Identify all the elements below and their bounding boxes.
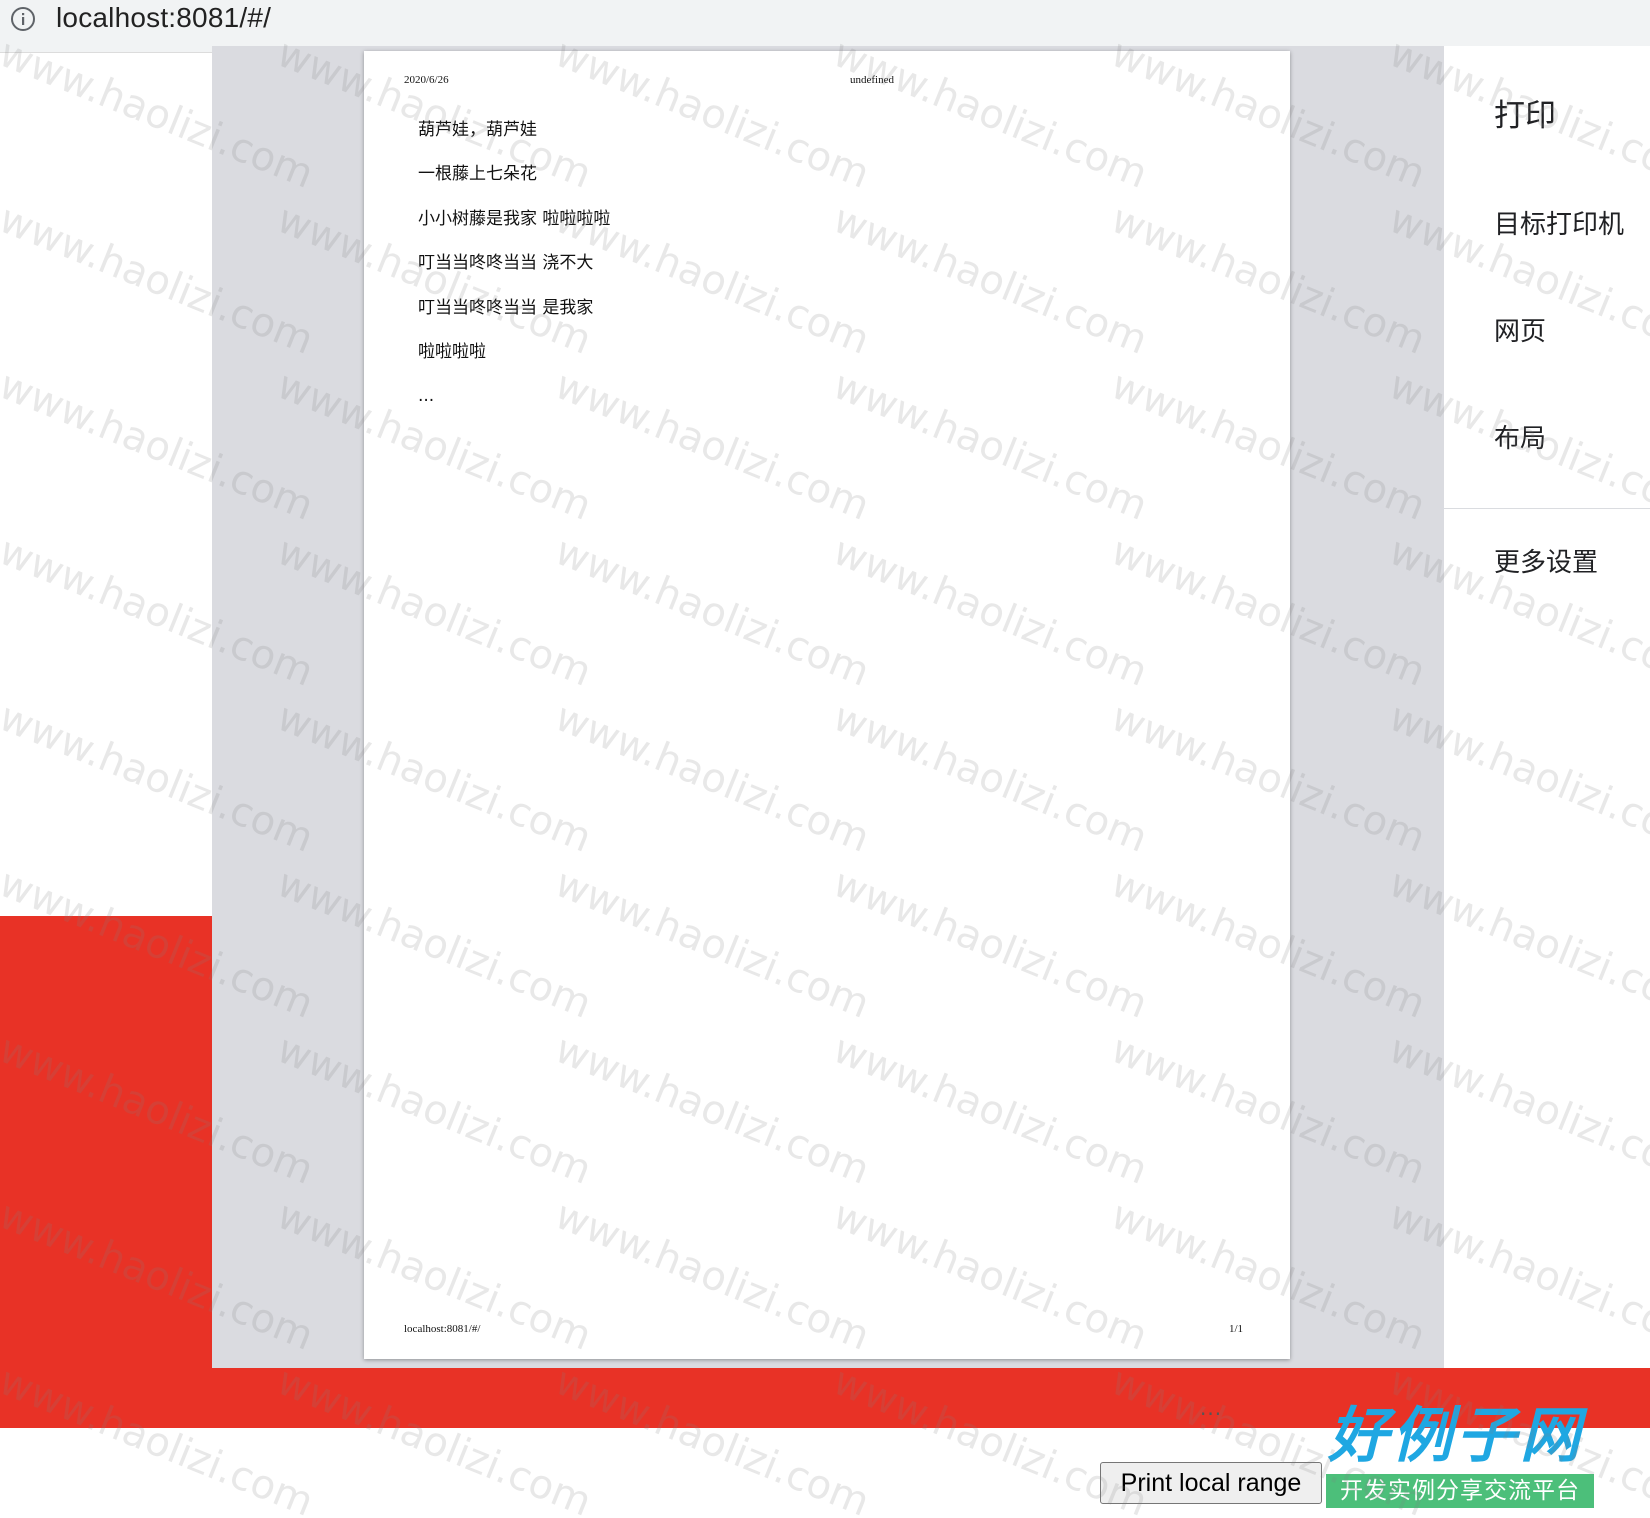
url-text[interactable]: localhost:8081/#/ <box>56 2 271 34</box>
content-line: 葫芦娃，葫芦娃 <box>418 120 537 140</box>
print-settings-panel: 打印 目标打印机 网页 布局 更多设置 <box>1444 46 1650 1368</box>
page-header-date: 2020/6/26 <box>404 74 449 86</box>
print-dialog-title: 打印 <box>1494 98 1556 134</box>
content-line: 啦啦啦啦 <box>418 341 486 362</box>
page-footer-number: 1/1 <box>1229 1323 1244 1335</box>
pages-setting[interactable]: 网页 <box>1494 311 1546 348</box>
page-footer-url: localhost:8081/#/ <box>404 1323 481 1335</box>
logo-tagline: 开发实例分享交流平台 <box>1326 1474 1594 1508</box>
page-header-title: undefined <box>850 74 894 86</box>
content-line: 小小树藤是我家 啦啦啦啦 <box>418 208 611 229</box>
content-line: 叮当当咚咚当当 浇不大 <box>418 253 594 274</box>
logo-main-text: 好例子网 <box>1328 1401 1584 1471</box>
print-preview-area: 2020/6/26 undefined 葫芦娃，葫芦娃 一根藤上七朵花 小小树藤… <box>212 46 1444 1368</box>
page-content: 葫芦娃，葫芦娃 一根藤上七朵花 小小树藤是我家 啦啦啦啦 叮当当咚咚当当 浇不大… <box>418 117 610 428</box>
more-settings-toggle[interactable]: 更多设置 <box>1494 542 1598 579</box>
preview-page: 2020/6/26 undefined 葫芦娃，葫芦娃 一根藤上七朵花 小小树藤… <box>364 51 1290 1359</box>
ellipsis-text: ... <box>1200 1396 1223 1420</box>
layout-setting[interactable]: 布局 <box>1494 418 1546 455</box>
destination-setting[interactable]: 目标打印机 <box>1494 204 1624 241</box>
content-line: 叮当当咚咚当当 是我家 <box>418 297 594 318</box>
content-line: 一根藤上七朵花 <box>418 164 537 185</box>
settings-divider <box>1444 508 1650 509</box>
site-logo: 好例子网 开发实例分享交流平台 <box>1324 1404 1594 1508</box>
print-local-range-button[interactable]: Print local range <box>1100 1462 1322 1504</box>
info-icon[interactable] <box>10 6 36 32</box>
content-line: ... <box>418 386 435 407</box>
